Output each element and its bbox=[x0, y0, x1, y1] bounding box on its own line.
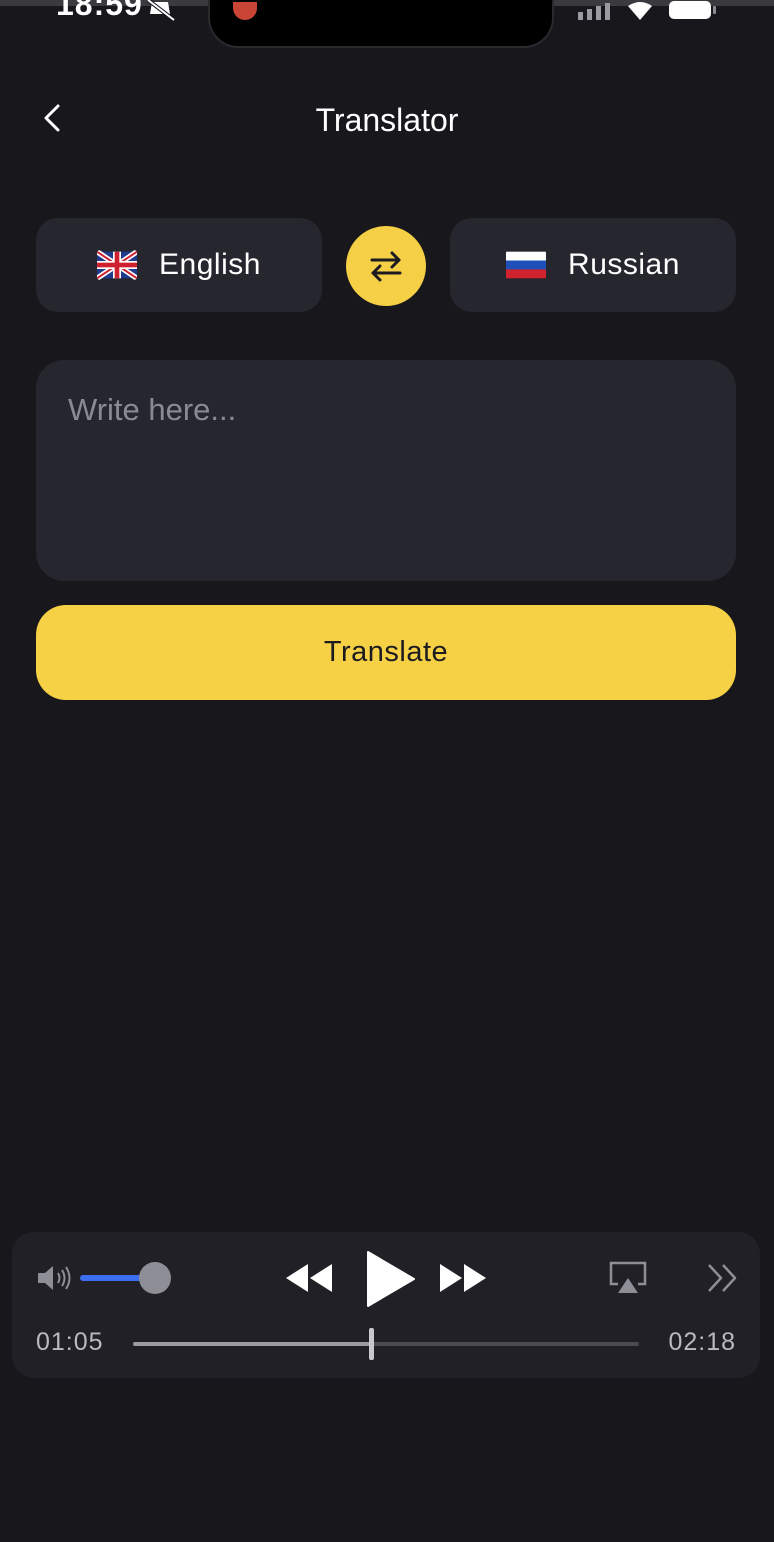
source-language-label: English bbox=[159, 248, 261, 281]
russia-flag-icon bbox=[506, 251, 547, 279]
volume-slider-knob[interactable] bbox=[139, 1262, 171, 1294]
battery-icon bbox=[669, 1, 716, 19]
target-language-label: Russian bbox=[568, 248, 680, 281]
cellular-signal-icon bbox=[578, 3, 610, 20]
status-time: 18:59 bbox=[56, 0, 143, 22]
source-language-button[interactable]: English bbox=[36, 218, 322, 312]
playback-progress-bar[interactable] bbox=[133, 1328, 639, 1360]
playback-progress-fill bbox=[133, 1342, 371, 1346]
target-language-button[interactable]: Russian bbox=[450, 218, 736, 312]
page-title: Translator bbox=[315, 102, 459, 138]
translate-button[interactable]: Translate bbox=[36, 605, 736, 700]
rewind-icon[interactable] bbox=[284, 1262, 334, 1294]
swap-languages-button[interactable] bbox=[346, 226, 426, 306]
play-icon[interactable] bbox=[362, 1250, 416, 1308]
source-text-input[interactable] bbox=[36, 360, 736, 581]
volume-icon[interactable] bbox=[36, 1264, 74, 1292]
swap-arrows-icon bbox=[370, 251, 402, 282]
fast-forward-icon[interactable] bbox=[438, 1262, 488, 1294]
status-bar: 18:59 bbox=[0, 0, 774, 48]
camera-notch bbox=[208, 0, 554, 48]
total-time: 02:18 bbox=[668, 1328, 736, 1356]
bell-muted-icon bbox=[146, 0, 176, 22]
media-player-bar: 01:05 02:18 bbox=[12, 1232, 760, 1378]
playback-progress-handle[interactable] bbox=[368, 1328, 374, 1360]
wifi-icon bbox=[628, 2, 652, 20]
current-time: 01:05 bbox=[36, 1328, 104, 1356]
uk-flag-icon bbox=[97, 250, 138, 280]
chevrons-right-icon[interactable] bbox=[706, 1262, 740, 1294]
airplay-icon[interactable] bbox=[608, 1260, 648, 1296]
